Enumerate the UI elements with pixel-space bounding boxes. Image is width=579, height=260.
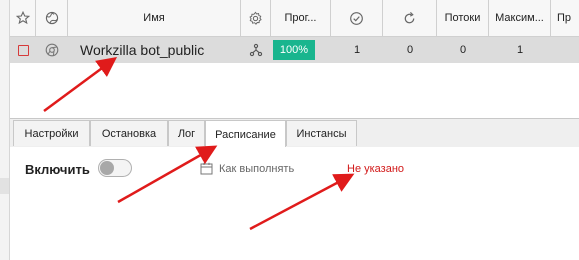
grid-header: Имя Прог... Потоки Максим... Пр <box>10 0 579 37</box>
repeat-column-header[interactable] <box>383 0 437 36</box>
max-header-label: Максим... <box>495 12 544 24</box>
settings-column-header[interactable] <box>241 0 271 36</box>
star-icon <box>15 11 30 25</box>
row-threads-count: 0 <box>459 44 467 56</box>
tab-stop[interactable]: Остановка <box>90 120 168 146</box>
enable-toggle[interactable] <box>98 159 132 177</box>
max-column-header[interactable]: Максим... <box>489 0 551 36</box>
refresh-icon <box>404 11 415 23</box>
success-column-header[interactable] <box>331 0 383 36</box>
type-column-header[interactable] <box>36 0 68 36</box>
row-structure-cell[interactable] <box>241 37 271 63</box>
row-type-cell <box>36 37 68 63</box>
check-circle-icon <box>350 11 363 25</box>
enable-label: Включить <box>25 162 90 177</box>
calendar-icon <box>200 162 213 175</box>
schedule-panel: Включить Как выполнять Не указано <box>10 147 579 260</box>
threads-header-label: Потоки <box>444 12 481 24</box>
tab-settings[interactable]: Настройки <box>13 120 90 146</box>
projects-grid: Имя Прог... Потоки Максим... Пр Workzill… <box>10 0 579 118</box>
tab-schedule[interactable]: Расписание <box>205 120 286 148</box>
stop-square-icon <box>17 44 29 56</box>
favorite-column-header[interactable] <box>10 0 36 36</box>
progress-header-label: Прог... <box>284 12 317 24</box>
hierarchy-icon <box>249 43 263 57</box>
gear-icon <box>249 11 262 25</box>
threads-column-header[interactable]: Потоки <box>437 0 489 36</box>
row-checkbox[interactable] <box>10 37 36 63</box>
row-success-count: 1 <box>353 44 361 56</box>
name-header-label: Имя <box>143 12 165 24</box>
progress-value: 100% <box>279 44 309 56</box>
how-to-run[interactable]: Как выполнять <box>200 162 294 175</box>
how-to-run-value[interactable]: Не указано <box>347 163 404 175</box>
how-to-run-label: Как выполнять <box>219 162 295 175</box>
project-tabs: Настройки Остановка Лог Расписание Инста… <box>10 118 579 148</box>
next-column-header[interactable]: Пр <box>551 0 579 36</box>
tab-instances[interactable]: Инстансы <box>286 120 357 146</box>
next-header-label: Пр <box>557 12 572 24</box>
progress-bar: 100% <box>273 40 315 60</box>
row-max-count: 1 <box>516 44 524 56</box>
globe-icon <box>45 11 58 25</box>
row-repeat-count: 0 <box>406 44 414 56</box>
row-project-name[interactable]: Workzilla bot_public <box>80 37 240 63</box>
left-edge-marker <box>0 178 9 194</box>
row-progress-cell: 100% <box>271 37 333 63</box>
chrome-icon <box>45 43 59 57</box>
table-row[interactable]: Workzilla bot_public 100% 1 0 0 1 <box>10 37 579 63</box>
toggle-knob <box>100 161 114 175</box>
name-column-header[interactable]: Имя <box>68 0 241 36</box>
left-edge-panel <box>0 0 10 260</box>
tab-log[interactable]: Лог <box>168 120 205 146</box>
progress-column-header[interactable]: Прог... <box>271 0 331 36</box>
